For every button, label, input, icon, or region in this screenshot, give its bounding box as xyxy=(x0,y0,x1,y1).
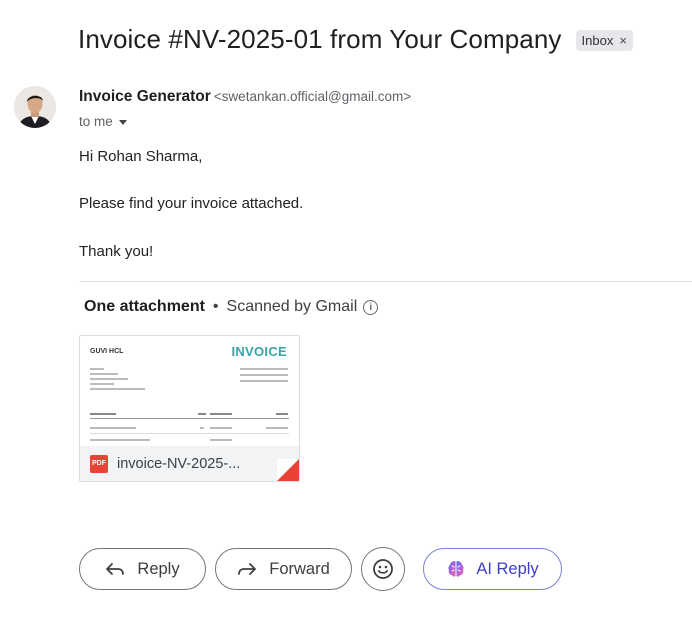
pdf-file-icon: PDF xyxy=(90,454,108,473)
forward-button[interactable]: Forward xyxy=(215,548,352,590)
recipient-text: to me xyxy=(79,114,113,129)
chevron-down-icon xyxy=(118,120,127,125)
attachment-count: One attachment xyxy=(84,298,205,315)
remove-label-icon[interactable]: × xyxy=(619,33,627,48)
thumb-rule xyxy=(90,418,289,419)
thumb-line xyxy=(90,388,145,390)
ai-reply-label: AI Reply xyxy=(476,559,539,578)
attachments-header: One attachment • Scanned by Gmail i xyxy=(84,298,379,316)
avatar-person-icon xyxy=(14,86,56,128)
ai-brain-icon xyxy=(446,559,466,579)
thumb-line xyxy=(90,373,118,375)
thumb-line xyxy=(276,413,288,415)
sender-name[interactable]: Invoice Generator xyxy=(79,88,211,105)
recipient-details-toggle[interactable]: to me xyxy=(79,114,127,129)
attachment-file-bar[interactable]: PDF invoice-NV-2025-... xyxy=(80,446,299,481)
thumb-line xyxy=(210,427,232,429)
info-icon[interactable]: i xyxy=(363,299,379,315)
attachment-card[interactable]: GUVI HCL INVOICE PDF invoice-NV-2025-... xyxy=(79,335,300,482)
thumb-line xyxy=(266,427,288,429)
thumb-line xyxy=(240,380,288,382)
thumbnail-title: INVOICE xyxy=(231,344,287,359)
thumb-line xyxy=(210,439,232,441)
sender-line: Invoice Generator <swetankan.official@gma… xyxy=(79,88,411,106)
thumb-line xyxy=(90,439,150,441)
thumb-rule xyxy=(90,433,289,434)
ai-reply-button[interactable]: AI Reply xyxy=(423,548,562,590)
thumbnail-company: GUVI HCL xyxy=(90,348,124,355)
email-subject: Invoice #NV-2025-01 from Your Company xyxy=(78,24,562,54)
emoji-icon xyxy=(373,559,393,579)
thumb-line xyxy=(198,413,206,415)
inbox-label-chip[interactable]: Inbox × xyxy=(575,30,633,51)
header-separator: • xyxy=(212,298,219,315)
thumb-line xyxy=(90,368,104,370)
reply-button[interactable]: Reply xyxy=(79,548,206,590)
forward-arrow-icon xyxy=(237,561,257,577)
email-greeting: Hi Rohan Sharma, xyxy=(79,148,203,165)
thumb-line xyxy=(240,368,288,370)
thumb-line xyxy=(90,383,114,385)
thumb-line xyxy=(90,427,136,429)
attachment-thumbnail[interactable]: GUVI HCL INVOICE xyxy=(80,336,299,446)
attachments-divider xyxy=(79,281,692,282)
attachment-file-name: invoice-NV-2025-... xyxy=(117,455,241,472)
sender-email: <swetankan.official@gmail.com> xyxy=(213,89,412,104)
email-message: Please find your invoice attached. xyxy=(79,195,304,212)
sender-avatar[interactable] xyxy=(14,86,56,128)
scan-status: Scanned by Gmail xyxy=(226,298,358,315)
reply-arrow-icon xyxy=(105,561,125,577)
forward-label: Forward xyxy=(269,559,330,578)
email-closing: Thank you! xyxy=(79,243,154,260)
inbox-label-text: Inbox xyxy=(581,33,614,48)
thumb-line xyxy=(200,427,204,429)
reply-actions: Reply Forward AI Reply xyxy=(79,547,562,591)
reply-label: Reply xyxy=(137,559,180,578)
thumb-line xyxy=(240,374,288,376)
emoji-reaction-button[interactable] xyxy=(361,547,405,591)
thumb-line xyxy=(90,378,128,380)
subject-row: Invoice #NV-2025-01 from Your Company In… xyxy=(78,24,633,55)
corner-fold xyxy=(277,459,299,481)
thumb-line xyxy=(210,413,232,415)
thumb-line xyxy=(90,413,116,415)
